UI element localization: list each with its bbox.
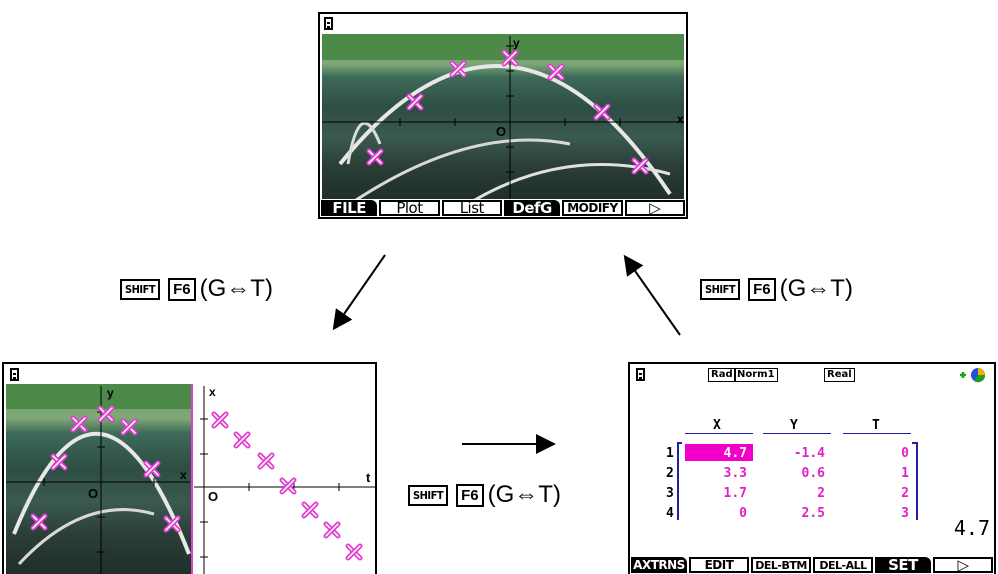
arrow-top-to-left — [332, 254, 386, 331]
f6-key[interactable]: F6 — [168, 277, 196, 301]
key-label-top-right: SHIFT F6 (G⇔T) — [700, 275, 853, 303]
arrow-right-to-top — [623, 254, 681, 336]
shift-key[interactable]: SHIFT — [408, 484, 449, 506]
key-label-bottom: SHIFT F6 (G⇔T) — [408, 481, 561, 509]
shift-key[interactable]: SHIFT — [120, 278, 161, 300]
transition-desc: (G⇔T) — [487, 481, 561, 508]
key-label-top-left: SHIFT F6 (G⇔T) — [120, 275, 273, 303]
transition-desc: (G⇔T) — [779, 275, 853, 302]
transition-desc: (G⇔T) — [199, 275, 273, 302]
f6-key[interactable]: F6 — [456, 483, 484, 507]
shift-key[interactable]: SHIFT — [700, 278, 741, 300]
f6-key[interactable]: F6 — [748, 277, 776, 301]
